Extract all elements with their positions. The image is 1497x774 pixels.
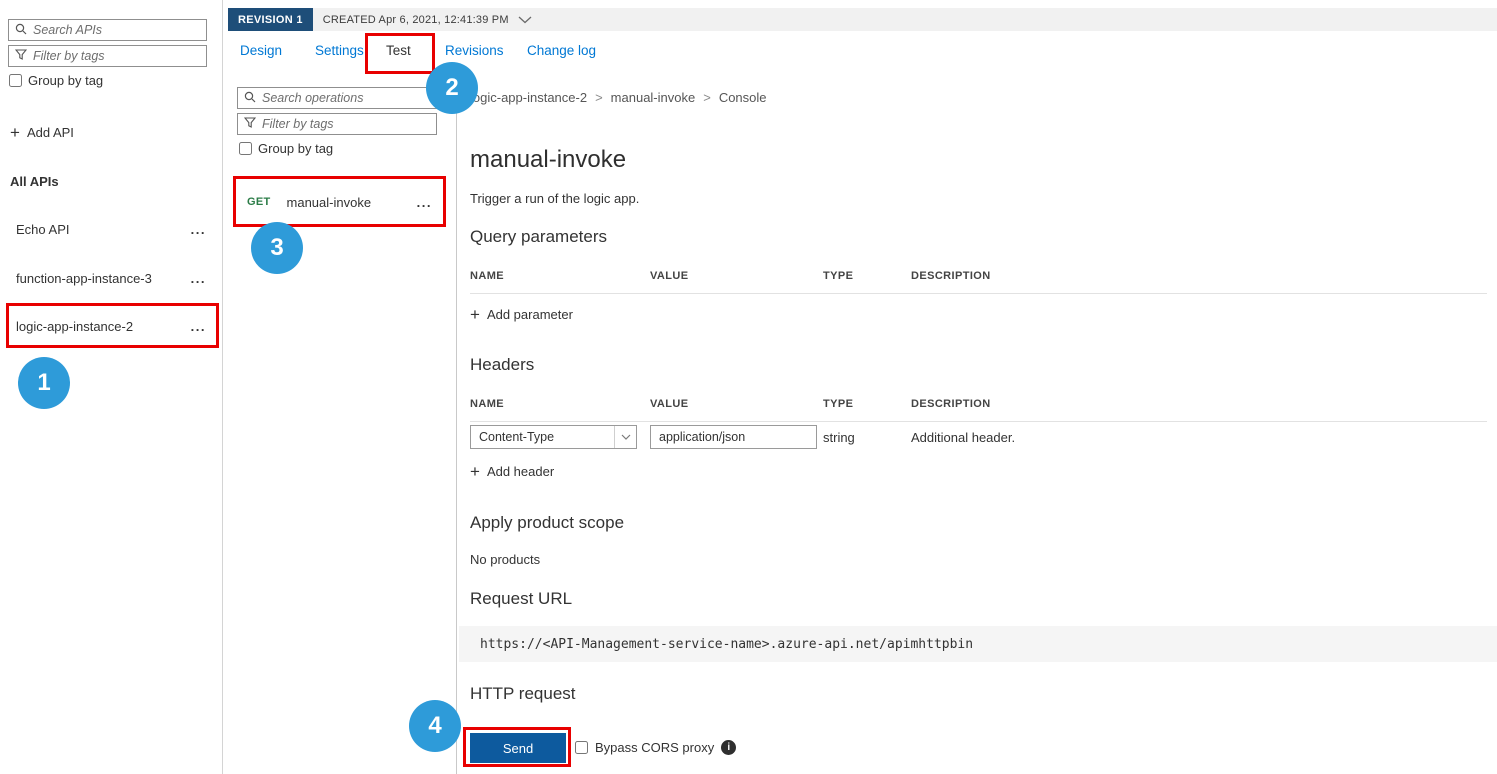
tab-design[interactable]: Design	[240, 43, 282, 58]
tab-settings[interactable]: Settings	[315, 43, 364, 58]
add-api-label: Add API	[27, 125, 74, 140]
operations-group-by-tag-row[interactable]: Group by tag	[239, 141, 333, 156]
search-apis-field	[8, 19, 207, 41]
annotation-step-2-badge: 2	[426, 62, 478, 114]
bypass-cors-label: Bypass CORS proxy	[595, 740, 714, 755]
request-url-text: https://<API-Management-service-name>.az…	[480, 637, 973, 652]
filter-operations-tags-input[interactable]	[262, 117, 430, 131]
no-products-text: No products	[470, 552, 540, 567]
plus-icon: +	[10, 124, 20, 141]
panel-divider	[456, 76, 457, 774]
revision-created-text: CREATED Apr 6, 2021, 12:41:39 PM	[323, 14, 509, 26]
revision-badge: REVISION 1	[228, 8, 313, 31]
search-icon	[244, 91, 256, 106]
column-value: VALUE	[650, 398, 823, 410]
sidebar-item-function-app-instance-3[interactable]: function-app-instance-3 ...	[0, 263, 222, 293]
page-title: manual-invoke	[470, 146, 626, 174]
tab-revisions[interactable]: Revisions	[445, 43, 504, 58]
more-options-icon[interactable]: ...	[191, 319, 206, 334]
header-value-input[interactable]	[650, 425, 817, 449]
apim-test-console-screen: Group by tag + Add API All APIs Echo API…	[0, 0, 1497, 774]
filter-icon	[15, 49, 27, 64]
add-parameter-label: Add parameter	[487, 307, 573, 322]
headers-heading: Headers	[470, 355, 534, 375]
column-type: TYPE	[823, 270, 911, 282]
bypass-cors-row[interactable]: Bypass CORS proxy i	[575, 740, 736, 755]
breadcrumb: logic-app-instance-2 > manual-invoke > C…	[470, 90, 767, 105]
filter-icon	[244, 117, 256, 132]
column-value: VALUE	[650, 270, 823, 282]
add-api-button[interactable]: + Add API	[10, 124, 74, 141]
column-description: DESCRIPTION	[911, 398, 1487, 410]
add-parameter-button[interactable]: + Add parameter	[470, 306, 573, 323]
revision-bar: REVISION 1 CREATED Apr 6, 2021, 12:41:39…	[228, 8, 1497, 31]
breadcrumb-operation[interactable]: manual-invoke	[611, 90, 696, 105]
search-operations-input[interactable]	[262, 91, 430, 105]
api-label: logic-app-instance-2	[16, 319, 133, 334]
header-name-value: Content-Type	[479, 430, 554, 444]
chevron-down-icon	[614, 426, 636, 448]
add-header-button[interactable]: + Add header	[470, 463, 554, 480]
annotation-step-3-badge: 3	[251, 222, 303, 274]
group-by-tag-row[interactable]: Group by tag	[9, 73, 103, 88]
headers-table-header: NAME VALUE TYPE DESCRIPTION	[470, 398, 1487, 422]
filter-tags-field	[8, 45, 207, 67]
breadcrumb-separator: >	[703, 90, 711, 105]
http-method-badge: GET	[247, 196, 271, 208]
bypass-cors-checkbox[interactable]	[575, 741, 588, 754]
annotation-step-1-badge: 1	[18, 357, 70, 409]
header-name-select[interactable]: Content-Type	[470, 425, 637, 449]
group-by-tag-checkbox[interactable]	[9, 74, 22, 87]
request-url-heading: Request URL	[470, 589, 572, 609]
column-name: NAME	[470, 398, 650, 410]
operation-description: Trigger a run of the logic app.	[470, 191, 639, 206]
column-type: TYPE	[823, 398, 911, 410]
breadcrumb-console: Console	[719, 90, 767, 105]
search-operations-field	[237, 87, 437, 109]
add-header-label: Add header	[487, 464, 554, 479]
header-type-text: string	[823, 430, 911, 445]
more-options-icon[interactable]: ...	[417, 195, 432, 210]
header-row-content-type: Content-Type string Additional header.	[470, 425, 1487, 449]
request-url-box: https://<API-Management-service-name>.az…	[459, 626, 1497, 662]
filter-tags-input[interactable]	[33, 49, 200, 63]
breadcrumb-api[interactable]: logic-app-instance-2	[470, 90, 587, 105]
annotation-step-4-badge: 4	[409, 700, 461, 752]
api-label: function-app-instance-3	[16, 271, 152, 286]
query-parameters-table-header: NAME VALUE TYPE DESCRIPTION	[470, 270, 1487, 294]
sidebar-item-echo-api[interactable]: Echo API ...	[0, 214, 222, 244]
group-by-tag-label: Group by tag	[28, 73, 103, 88]
more-options-icon[interactable]: ...	[191, 271, 206, 286]
send-button[interactable]: Send	[470, 733, 566, 763]
all-apis-heading: All APIs	[10, 174, 59, 189]
plus-icon: +	[470, 463, 480, 480]
tab-test[interactable]: Test	[386, 43, 411, 58]
more-options-icon[interactable]: ...	[191, 222, 206, 237]
operation-name: manual-invoke	[287, 195, 372, 210]
plus-icon: +	[470, 306, 480, 323]
sidebar-item-logic-app-instance-2[interactable]: logic-app-instance-2 ...	[0, 311, 222, 341]
info-icon[interactable]: i	[721, 740, 736, 755]
chevron-down-icon[interactable]	[518, 16, 532, 24]
tab-change-log[interactable]: Change log	[527, 43, 596, 58]
api-label: Echo API	[16, 222, 69, 237]
operations-group-by-tag-label: Group by tag	[258, 141, 333, 156]
search-apis-input[interactable]	[33, 23, 200, 37]
breadcrumb-separator: >	[595, 90, 603, 105]
operation-item-manual-invoke[interactable]: GET manual-invoke ...	[238, 181, 442, 223]
header-description-text: Additional header.	[911, 430, 1487, 445]
column-name: NAME	[470, 270, 650, 282]
product-scope-heading: Apply product scope	[470, 513, 624, 533]
filter-operations-tags-field	[237, 113, 437, 135]
operations-group-by-tag-checkbox[interactable]	[239, 142, 252, 155]
query-parameters-heading: Query parameters	[470, 227, 607, 247]
column-description: DESCRIPTION	[911, 270, 1487, 282]
http-request-heading: HTTP request	[470, 684, 576, 704]
search-icon	[15, 23, 27, 38]
